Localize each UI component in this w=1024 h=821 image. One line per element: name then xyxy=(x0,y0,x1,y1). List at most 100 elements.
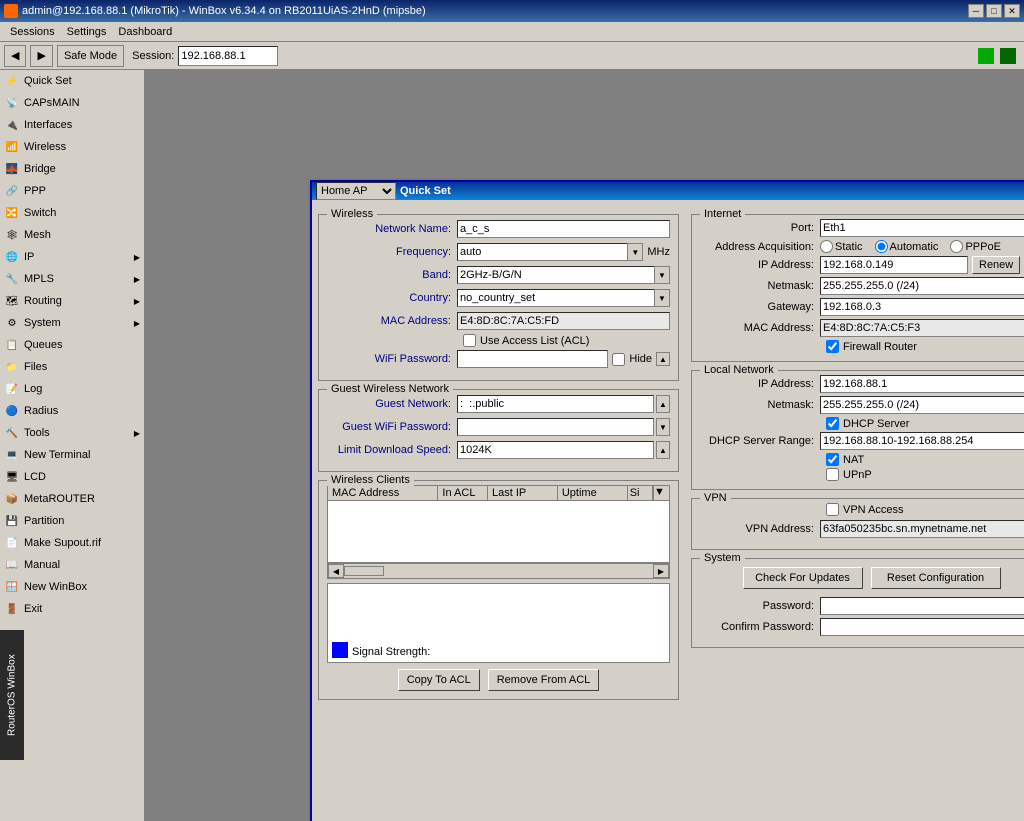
maximize-button[interactable]: □ xyxy=(986,4,1002,18)
frequency-label: Frequency: xyxy=(327,246,457,258)
scroll-left-btn[interactable]: ◀ xyxy=(328,564,344,578)
minimize-button[interactable]: ─ xyxy=(968,4,984,18)
session-input[interactable] xyxy=(178,46,278,66)
firewall-router-label: Firewall Router xyxy=(843,341,917,353)
dhcp-server-checkbox[interactable] xyxy=(826,417,839,430)
menu-sessions[interactable]: Sessions xyxy=(4,24,61,40)
clients-table-body xyxy=(328,501,669,562)
renew-button[interactable]: Renew xyxy=(972,256,1020,274)
sidebar-item-log[interactable]: 📝 Log xyxy=(0,378,144,400)
ip-address-input[interactable] xyxy=(820,256,968,274)
band-dropdown-arrow[interactable]: ▼ xyxy=(654,266,670,284)
country-dropdown-arrow[interactable]: ▼ xyxy=(654,289,670,307)
wireless-clients-group: Wireless Clients MAC Address In ACL Last… xyxy=(318,480,679,700)
confirm-password-input[interactable] xyxy=(820,618,1024,636)
sidebar-item-quick-set[interactable]: ⚡ Quick Set xyxy=(0,70,144,92)
col-uptime: Uptime xyxy=(558,486,628,500)
frequency-input[interactable] xyxy=(457,243,627,261)
local-ip-input[interactable] xyxy=(820,375,1024,393)
upnp-checkbox[interactable] xyxy=(826,468,839,481)
scroll-right-btn[interactable]: ▶ xyxy=(653,564,669,578)
clients-scroll-arrow[interactable]: ▼ xyxy=(653,486,669,500)
band-input[interactable] xyxy=(457,266,654,284)
port-input[interactable] xyxy=(820,219,1024,237)
sidebar-item-partition[interactable]: 💾 Partition xyxy=(0,510,144,532)
network-name-input[interactable] xyxy=(457,220,670,238)
guest-network-input[interactable] xyxy=(457,395,654,413)
guest-wifi-password-arrow[interactable]: ▼ xyxy=(656,418,670,436)
back-button[interactable]: ◀ xyxy=(4,45,26,67)
firewall-router-row: Firewall Router xyxy=(700,340,1024,353)
sidebar-item-tools[interactable]: 🔨 Tools ▶ xyxy=(0,422,144,444)
sidebar-item-capsman[interactable]: 📡 CAPsMAIN xyxy=(0,92,144,114)
netmask-input[interactable] xyxy=(820,277,1024,295)
local-netmask-input[interactable] xyxy=(820,396,1024,414)
content-area: Home AP Quick Set ▭ ✕ Wireless xyxy=(145,70,1024,821)
dhcp-range-input[interactable] xyxy=(820,432,1024,450)
sidebar-item-manual[interactable]: 📖 Manual xyxy=(0,554,144,576)
menu-dashboard[interactable]: Dashboard xyxy=(112,24,178,40)
vpn-address-row: VPN Address: xyxy=(700,520,1024,538)
pppoe-radio-label[interactable]: PPPoE xyxy=(950,240,1000,253)
system-group-title: System xyxy=(700,552,745,564)
sidebar-item-ip[interactable]: 🌐 IP ▶ xyxy=(0,246,144,268)
menu-settings[interactable]: Settings xyxy=(61,24,113,40)
limit-download-arrow[interactable]: ▲ xyxy=(656,441,670,459)
check-updates-button[interactable]: Check For Updates xyxy=(743,567,863,589)
scroll-thumb[interactable] xyxy=(344,566,384,576)
dhcp-server-row: DHCP Server xyxy=(700,417,1024,430)
signal-box xyxy=(332,642,348,658)
sidebar-item-switch[interactable]: 🔀 Switch xyxy=(0,202,144,224)
firewall-router-checkbox[interactable] xyxy=(826,340,839,353)
sidebar-item-mesh[interactable]: 🕸 Mesh xyxy=(0,224,144,246)
sidebar-item-queues[interactable]: 📋 Queues xyxy=(0,334,144,356)
use-acl-checkbox[interactable] xyxy=(463,334,476,347)
remove-from-acl-button[interactable]: Remove From ACL xyxy=(488,669,600,691)
wifi-password-toggle[interactable]: ▲ xyxy=(656,352,670,366)
sidebar-item-wireless[interactable]: 📶 Wireless xyxy=(0,136,144,158)
sidebar-item-new-winbox[interactable]: 🪟 New WinBox xyxy=(0,576,144,598)
limit-download-input[interactable] xyxy=(457,441,654,459)
guest-wifi-password-input[interactable] xyxy=(457,418,654,436)
mode-dropdown[interactable]: Home AP xyxy=(316,182,396,200)
system-buttons: Check For Updates Reset Configuration xyxy=(700,567,1024,589)
forward-button[interactable]: ▶ xyxy=(30,45,52,67)
reset-config-button[interactable]: Reset Configuration xyxy=(871,567,1001,589)
sidebar-item-radius[interactable]: 🔵 Radius xyxy=(0,400,144,422)
switch-icon: 🔀 xyxy=(4,205,20,221)
terminal-icon: 💻 xyxy=(4,447,20,463)
safe-mode-button[interactable]: Safe Mode xyxy=(57,45,124,67)
sidebar-label-mesh: Mesh xyxy=(24,229,140,241)
sidebar-item-files[interactable]: 📁 Files xyxy=(0,356,144,378)
copy-to-acl-button[interactable]: Copy To ACL xyxy=(398,669,480,691)
nat-checkbox[interactable] xyxy=(826,453,839,466)
clients-h-scrollbar[interactable]: ◀ ▶ xyxy=(327,563,670,579)
sidebar-item-system[interactable]: ⚙ System ▶ xyxy=(0,312,144,334)
guest-network-arrow[interactable]: ▲ xyxy=(656,395,670,413)
hide-checkbox[interactable] xyxy=(612,353,625,366)
wifi-password-input[interactable] xyxy=(457,350,608,368)
sidebar-item-bridge[interactable]: 🌉 Bridge xyxy=(0,158,144,180)
country-input[interactable] xyxy=(457,289,654,307)
vpn-access-checkbox[interactable] xyxy=(826,503,839,516)
bridge-icon: 🌉 xyxy=(4,161,20,177)
automatic-radio[interactable] xyxy=(875,240,888,253)
automatic-radio-label[interactable]: Automatic xyxy=(875,240,939,253)
close-button[interactable]: ✕ xyxy=(1004,4,1020,18)
ip-address-row: IP Address: Renew Release xyxy=(700,256,1024,274)
password-input[interactable] xyxy=(820,597,1024,615)
sidebar-item-routing[interactable]: 🗺 Routing ▶ xyxy=(0,290,144,312)
sidebar-item-exit[interactable]: 🚪 Exit xyxy=(0,598,144,620)
static-radio[interactable] xyxy=(820,240,833,253)
sidebar-item-make-supout[interactable]: 📄 Make Supout.rif xyxy=(0,532,144,554)
pppoe-radio[interactable] xyxy=(950,240,963,253)
sidebar-item-lcd[interactable]: 🖥 LCD xyxy=(0,466,144,488)
sidebar-item-new-terminal[interactable]: 💻 New Terminal xyxy=(0,444,144,466)
sidebar-item-ppp[interactable]: 🔗 PPP xyxy=(0,180,144,202)
gateway-input[interactable] xyxy=(820,298,1024,316)
sidebar-item-metarouter[interactable]: 📦 MetaROUTER xyxy=(0,488,144,510)
sidebar-item-interfaces[interactable]: 🔌 Interfaces xyxy=(0,114,144,136)
static-radio-label[interactable]: Static xyxy=(820,240,863,253)
sidebar-item-mpls[interactable]: 🔧 MPLS ▶ xyxy=(0,268,144,290)
frequency-dropdown-arrow[interactable]: ▼ xyxy=(627,243,643,261)
